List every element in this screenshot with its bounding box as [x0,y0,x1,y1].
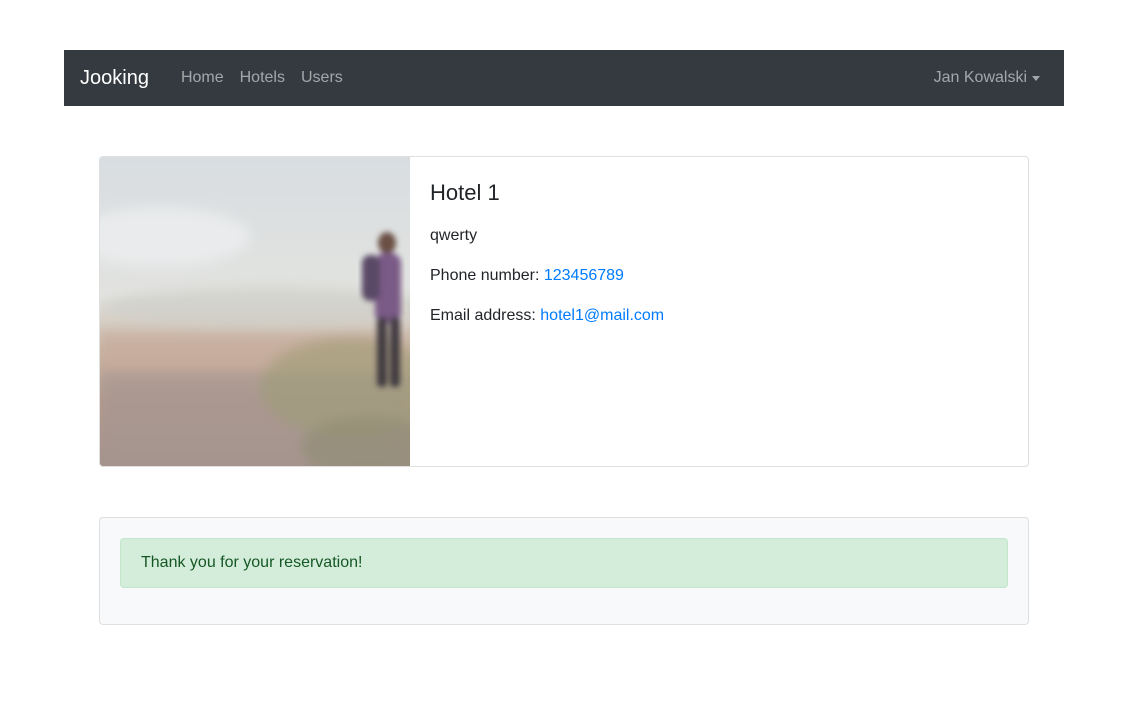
alert-message: Thank you for your reservation! [141,554,363,571]
hotel-card: Hotel 1 qwerty Phone number: 123456789 E… [99,156,1029,467]
hotel-email-row: Email address: hotel1@mail.com [430,308,664,324]
email-link[interactable]: hotel1@mail.com [540,307,664,324]
nav-right: Jan Kowalski [934,69,1040,87]
caret-down-icon [1032,75,1040,81]
navbar: Jooking Home Hotels Users Jan Kowalski [64,50,1064,106]
hotel-details: Hotel 1 qwerty Phone number: 123456789 E… [410,157,684,466]
user-menu-toggle[interactable]: Jan Kowalski [934,69,1040,87]
hotel-name: Hotel 1 [430,180,500,205]
success-alert: Thank you for your reservation! [120,538,1008,588]
email-label: Email address: [430,307,536,324]
brand-logo[interactable]: Jooking [80,68,149,88]
phone-link[interactable]: 123456789 [544,267,624,284]
user-name: Jan Kowalski [933,69,1027,86]
phone-label: Phone number: [430,267,540,284]
nav-link-users[interactable]: Users [293,69,351,87]
reservation-card: Thank you for your reservation! [99,517,1029,625]
nav-link-home[interactable]: Home [173,69,232,87]
hotel-image [100,157,410,466]
hotel-phone-row: Phone number: 123456789 [430,268,664,284]
hotel-description: qwerty [430,227,478,244]
nav-link-hotels[interactable]: Hotels [232,69,293,87]
hotel-photo [100,157,410,466]
